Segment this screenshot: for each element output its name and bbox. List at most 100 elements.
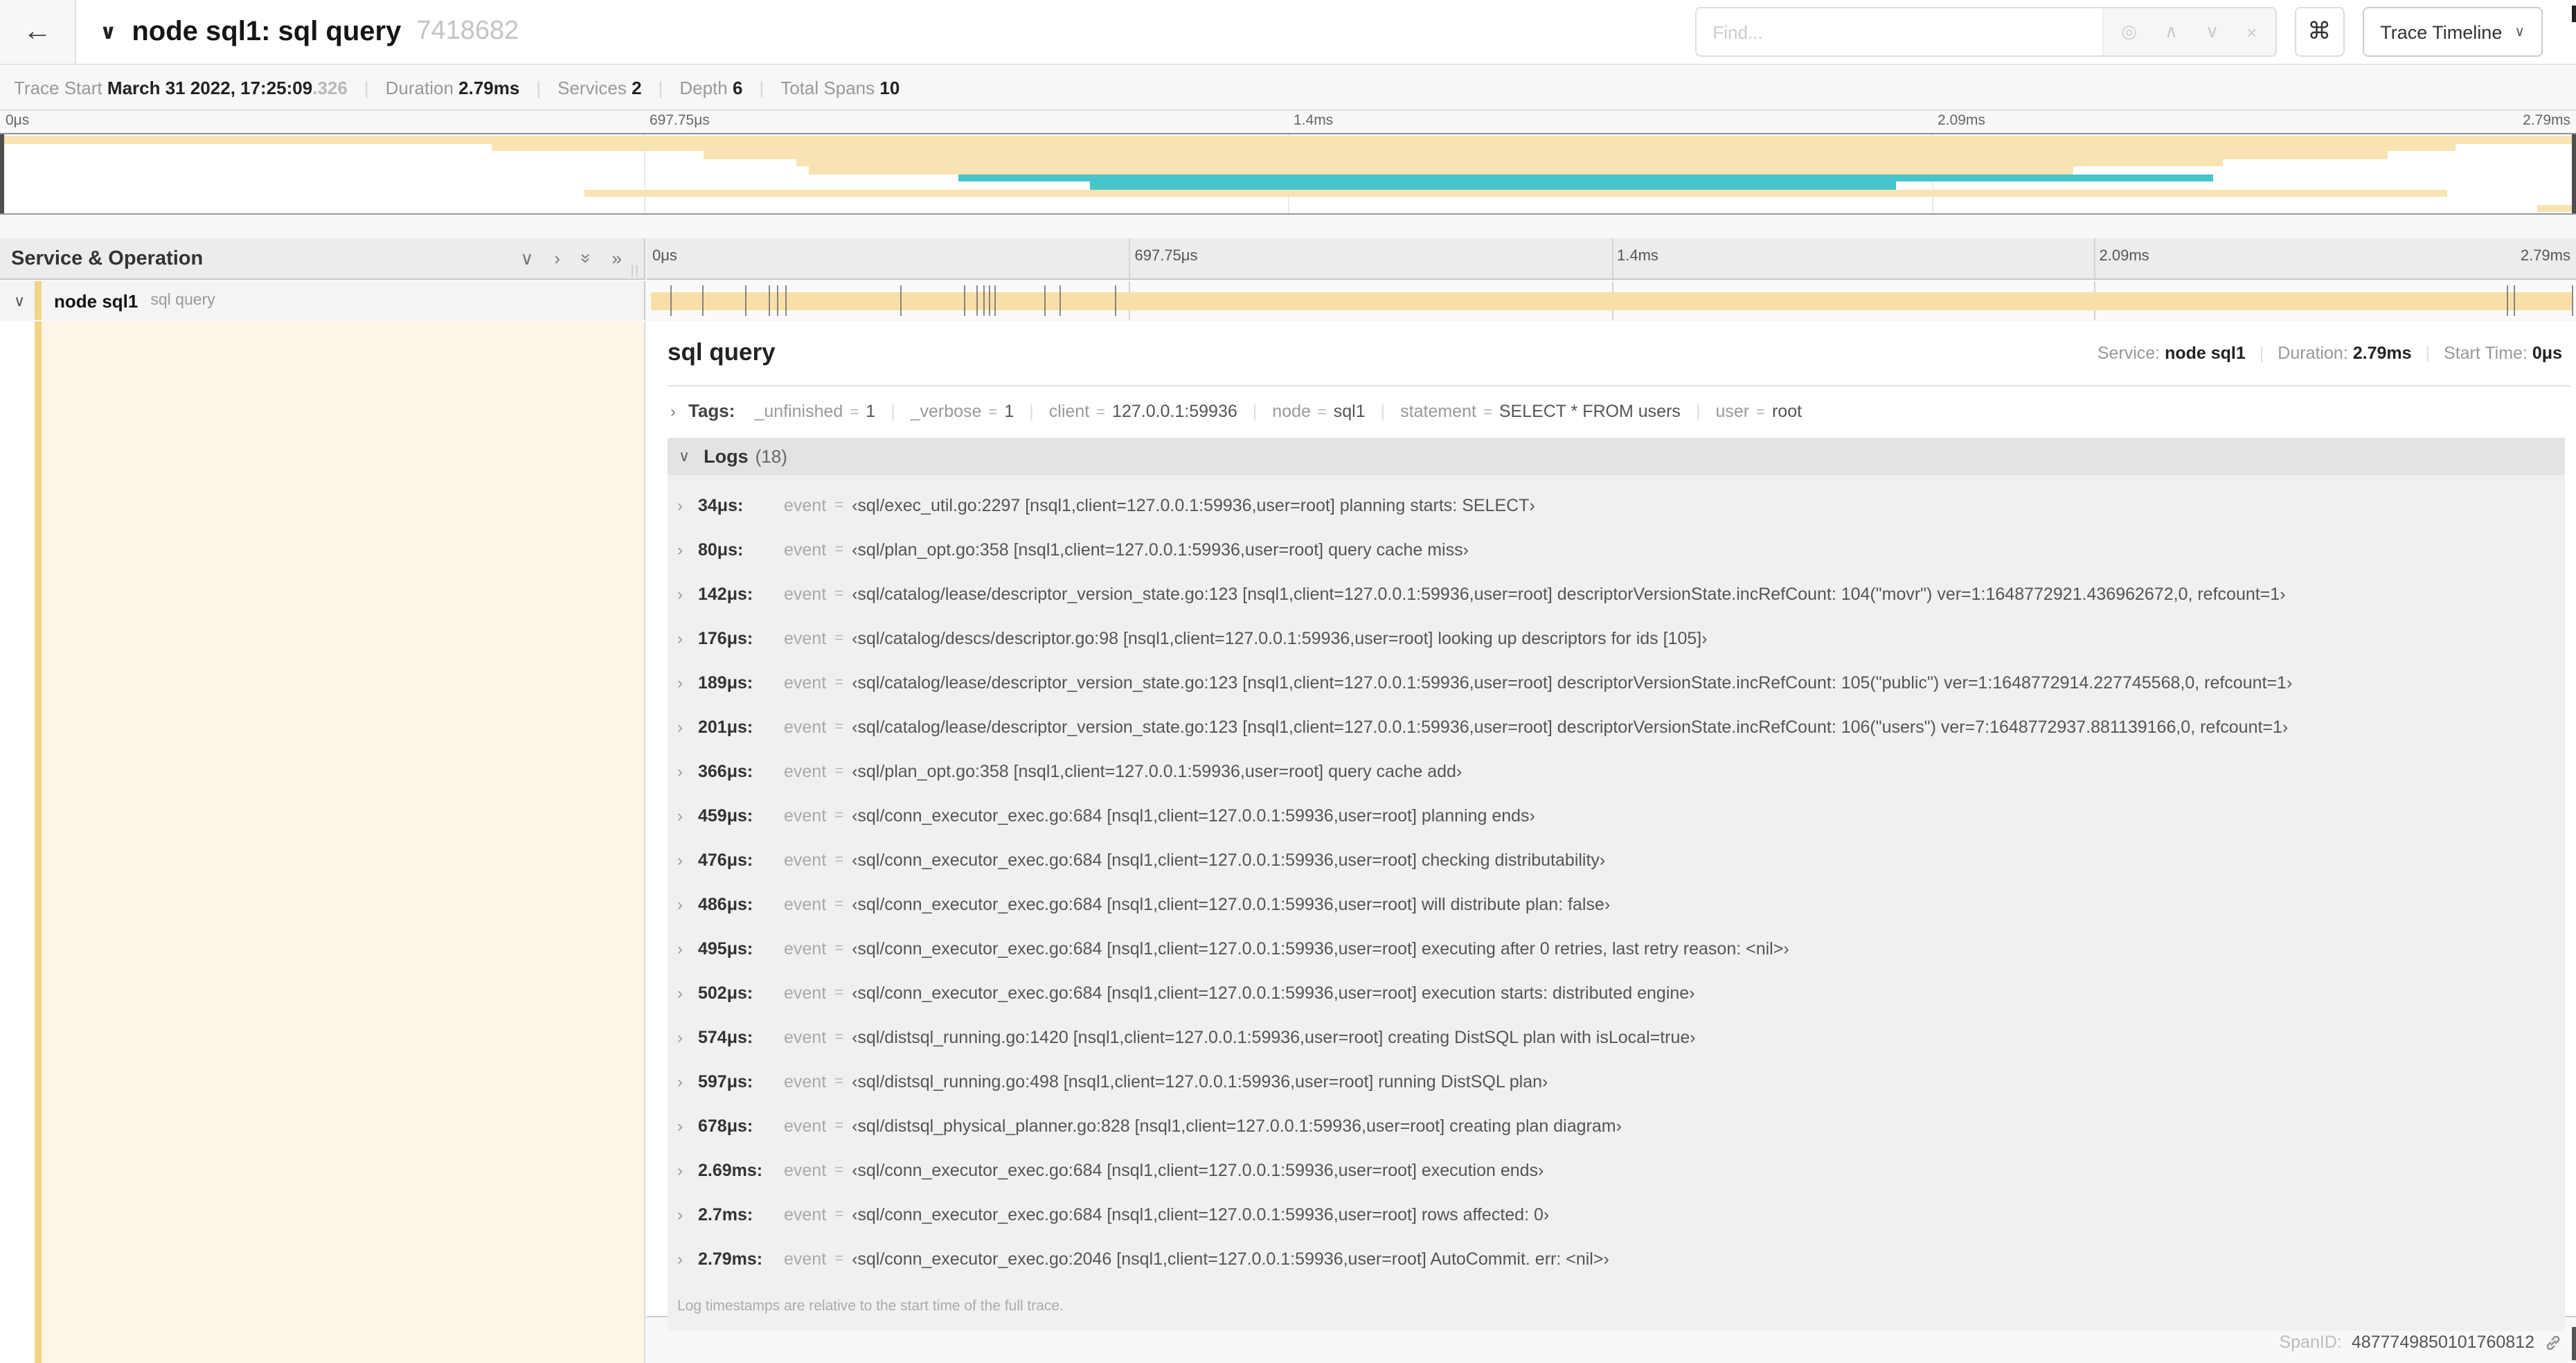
log-row[interactable]: › 476μs: event = ‹sql/conn_executor_exec…: [677, 838, 2565, 882]
expand-one-icon[interactable]: ›: [554, 248, 560, 269]
chevron-right-icon: ›: [677, 1161, 683, 1180]
log-field-value: ‹sql/conn_executor_exec.go:684 [nsql1,cl…: [852, 806, 1535, 826]
scrollbar-thumb[interactable]: [2572, 1327, 2576, 1360]
chevron-right-icon: ›: [677, 1249, 683, 1269]
log-marker: [976, 285, 978, 316]
log-timestamp: 476μs:: [698, 850, 753, 870]
log-marker: [670, 285, 672, 316]
log-timestamp: 34μs:: [698, 496, 744, 515]
log-row[interactable]: › 597μs: event = ‹sql/distsql_running.go…: [677, 1060, 2565, 1104]
trace-title-group[interactable]: ∨ node sql1: sql query 7418682: [100, 16, 1694, 48]
log-timestamp: 2.7ms:: [698, 1205, 753, 1224]
chevron-right-icon: ›: [677, 806, 683, 826]
spanid-footer: SpanID: 4877749850101760812: [2279, 1320, 2562, 1363]
next-match-icon[interactable]: ∨: [2206, 21, 2219, 43]
log-row[interactable]: › 2.79ms: event = ‹sql/conn_executor_exe…: [677, 1237, 2565, 1281]
log-row[interactable]: › 189μs: event = ‹sql/catalog/lease/desc…: [677, 661, 2565, 705]
ruler-gridline: [2093, 238, 2095, 278]
spanid-label: SpanID:: [2279, 1333, 2342, 1352]
log-field-value: ‹sql/conn_executor_exec.go:684 [nsql1,cl…: [852, 895, 1611, 914]
chevron-down-icon[interactable]: ∨: [14, 292, 28, 310]
minimap-span-rows: [0, 136, 2576, 212]
log-row[interactable]: › 176μs: event = ‹sql/catalog/descs/desc…: [677, 616, 2565, 661]
chevron-down-icon: ∨: [2514, 24, 2525, 39]
log-row[interactable]: › 80μs: event = ‹sql/plan_opt.go:358 [ns…: [677, 528, 2565, 572]
log-row[interactable]: › 495μs: event = ‹sql/conn_executor_exec…: [677, 927, 2565, 971]
log-field-name: event: [784, 1205, 827, 1224]
log-timestamp: 80μs:: [698, 540, 744, 560]
log-row[interactable]: › 459μs: event = ‹sql/conn_executor_exec…: [677, 794, 2565, 838]
log-equals: =: [834, 1206, 844, 1223]
chevron-right-icon: ›: [677, 629, 683, 648]
prev-match-icon[interactable]: ∧: [2165, 21, 2178, 43]
log-timestamp: 597μs:: [698, 1072, 753, 1092]
log-equals: =: [834, 808, 844, 824]
minimap-span-bar: [703, 151, 2388, 159]
back-button[interactable]: ←: [0, 0, 76, 64]
trace-minimap[interactable]: [0, 133, 2576, 215]
log-marker: [900, 285, 902, 316]
chevron-right-icon: ›: [677, 762, 683, 781]
body-area: sql query Service: node sql1 Duration: 2…: [0, 321, 2576, 1363]
span-row-name-cell[interactable]: ∨ node sql1 sql query: [0, 281, 645, 320]
minimap-tick-label: 0μs: [6, 112, 30, 129]
span-overview: Service: node sql1 Duration: 2.79ms Star…: [2098, 343, 2562, 362]
minimap-left-scrubber[interactable]: [0, 134, 4, 213]
log-row[interactable]: › 142μs: event = ‹sql/catalog/lease/desc…: [677, 572, 2565, 616]
command-icon: ⌘: [2307, 18, 2332, 44]
find-group: ◎ ∧ ∨ ×: [1694, 7, 2277, 57]
chevron-right-icon: ›: [677, 1205, 683, 1224]
log-row[interactable]: › 502μs: event = ‹sql/conn_executor_exec…: [677, 971, 2565, 1015]
chevron-right-icon: ›: [677, 496, 683, 515]
view-selector-button[interactable]: Trace Timeline ∨: [2362, 7, 2543, 57]
log-row[interactable]: › 366μs: event = ‹sql/plan_opt.go:358 [n…: [677, 749, 2565, 794]
collapse-one-icon[interactable]: ∨: [520, 247, 533, 269]
log-field-value: ‹sql/conn_executor_exec.go:684 [nsql1,cl…: [852, 983, 1695, 1003]
log-field-name: event: [784, 718, 827, 737]
overview-item: Start Time: 0μs: [2412, 343, 2562, 362]
logs-label: Logs: [704, 446, 749, 467]
log-equals: =: [834, 985, 844, 1001]
span-duration-bar[interactable]: [651, 292, 2572, 310]
chevron-down-icon[interactable]: ∨: [100, 19, 116, 44]
chevron-right-icon: ›: [677, 983, 683, 1003]
log-row[interactable]: › 678μs: event = ‹sql/distsql_physical_p…: [677, 1104, 2565, 1148]
logs-header[interactable]: ∨ Logs (18): [668, 438, 2565, 475]
trace-title: node sql1: sql query: [132, 16, 402, 46]
log-field-value: ‹sql/conn_executor_exec.go:684 [nsql1,cl…: [852, 939, 1789, 959]
log-field-value: ‹sql/plan_opt.go:358 [nsql1,client=127.0…: [852, 762, 1463, 781]
minimap-right-scrubber[interactable]: [2572, 134, 2576, 213]
log-field-value: ‹sql/catalog/lease/descriptor_version_st…: [852, 585, 2286, 604]
clear-find-icon[interactable]: ×: [2246, 21, 2257, 42]
log-row[interactable]: › 2.69ms: event = ‹sql/conn_executor_exe…: [677, 1148, 2565, 1193]
log-field-value: ‹sql/conn_executor_exec.go:2046 [nsql1,c…: [852, 1249, 1609, 1269]
log-timestamp: 502μs:: [698, 983, 753, 1003]
minimap-span-bar: [958, 174, 2213, 181]
log-field-name: event: [784, 629, 827, 648]
minimap-tick-label: 2.09ms: [1938, 112, 1985, 129]
expand-all-icon[interactable]: »: [612, 248, 622, 269]
collapse-all-icon[interactable]: »: [575, 253, 596, 263]
log-field-name: event: [784, 762, 827, 781]
link-icon[interactable]: [2544, 1333, 2562, 1351]
span-row[interactable]: ∨ node sql1 sql query: [0, 281, 2576, 320]
log-row[interactable]: › 574μs: event = ‹sql/distsql_running.go…: [677, 1015, 2565, 1060]
log-equals: =: [834, 896, 844, 913]
column-resizer-grip[interactable]: ||: [631, 263, 640, 277]
locate-icon[interactable]: ◎: [2121, 21, 2137, 43]
tags-row[interactable]: › Tags: _unfinished=1 _verbose=1 client=…: [647, 386, 2576, 421]
span-row-timeline-cell[interactable]: [647, 281, 2576, 320]
find-input[interactable]: [1696, 8, 2102, 55]
trace-id: 7418682: [416, 17, 519, 46]
scrollbar-thumb[interactable]: [2572, 6, 2576, 22]
log-field-value: ‹sql/conn_executor_exec.go:684 [nsql1,cl…: [852, 1161, 1544, 1180]
log-row[interactable]: › 201μs: event = ‹sql/catalog/lease/desc…: [677, 705, 2565, 749]
service-operation-title: Service & Operation: [11, 247, 204, 269]
timeline-header: Service & Operation ∨ › » » || 0μs 697.7…: [0, 238, 2576, 280]
log-row[interactable]: › 2.7ms: event = ‹sql/conn_executor_exec…: [677, 1193, 2565, 1237]
log-field-name: event: [784, 496, 827, 515]
log-row[interactable]: › 486μs: event = ‹sql/conn_executor_exec…: [677, 882, 2565, 927]
keyboard-shortcuts-button[interactable]: ⌘: [2294, 7, 2345, 57]
tag-item: client=127.0.0.1:59936: [1014, 401, 1237, 420]
log-row[interactable]: › 34μs: event = ‹sql/exec_util.go:2297 […: [677, 483, 2565, 528]
